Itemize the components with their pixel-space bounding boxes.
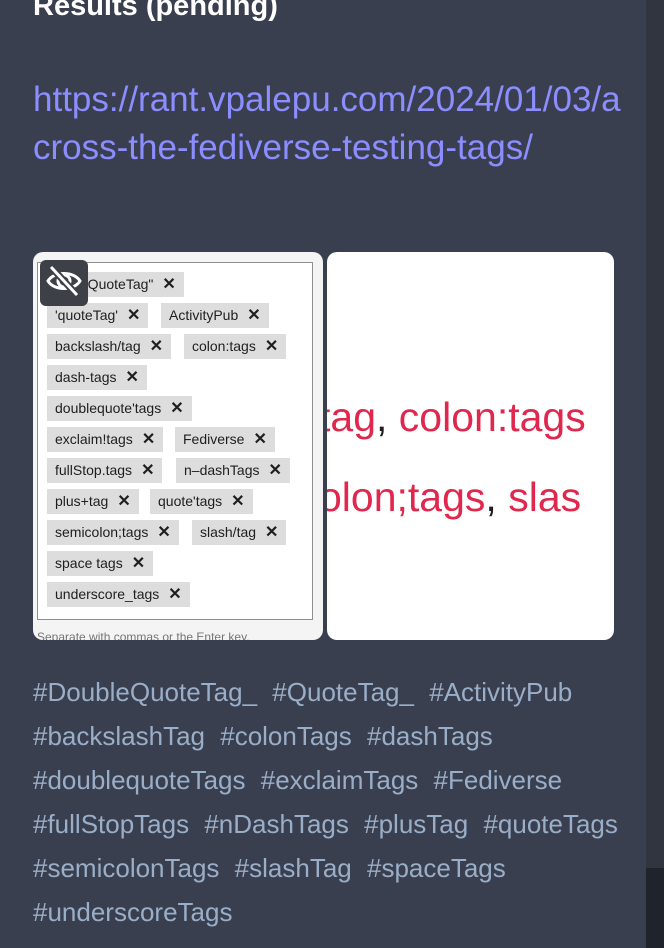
cropped-text-separator: , — [485, 474, 497, 520]
remove-icon: ✕ — [141, 431, 156, 448]
hashtag-link[interactable]: #Fediverse — [434, 765, 563, 795]
remove-icon: ✕ — [264, 338, 279, 355]
tag-chip-label: doublequote'tags — [55, 400, 162, 416]
hashtag-link[interactable]: #backslashTag — [33, 721, 205, 751]
tag-chip-label: backslash/tag — [55, 338, 141, 354]
tag-chip-label: space tags — [55, 555, 123, 571]
media-attachment-tags-screenshot[interactable]: …bleQuoteTag" ✕ 'quoteTag' ✕ ActivityPub ✕ … — [33, 252, 323, 640]
tag-chip-label: slash/tag — [200, 524, 257, 540]
remove-icon: ✕ — [162, 276, 176, 293]
cropped-text-fragment: slas — [496, 474, 582, 520]
remove-icon: ✕ — [125, 369, 139, 386]
remove-icon: ✕ — [131, 555, 146, 572]
hashtag-link[interactable]: #dashTags — [367, 721, 493, 751]
tag-chip: n–dashTags ✕ — [176, 458, 290, 483]
remove-icon: ✕ — [157, 524, 171, 541]
tag-chip-label: 'quoteTag' — [55, 307, 118, 323]
hashtag-link[interactable]: #exclaimTags — [261, 765, 419, 795]
remove-icon: ✕ — [247, 307, 261, 324]
status-card: Results (pending) https://rant.vpalepu.c… — [0, 0, 646, 948]
hashtag-bar: #DoubleQuoteTag_ #QuoteTag_ #ActivityPub… — [33, 670, 633, 934]
cropped-text-line-2: olon;tags, slas — [327, 474, 581, 521]
tag-chip: dash-tags ✕ — [47, 365, 147, 390]
tag-chip-label: quote'tags — [158, 493, 223, 509]
tag-chip: semicolon;tags ✕ — [47, 520, 179, 545]
hashtag-link[interactable]: #underscoreTags — [33, 897, 232, 927]
cropped-text-line-1: tag, colon:tags — [327, 394, 586, 441]
tag-chip: backslash/tag ✕ — [47, 334, 172, 359]
hashtag-link[interactable]: #quoteTags — [483, 809, 617, 839]
tag-chip-label: underscore_tags — [55, 586, 160, 602]
cropped-text-separator: , — [376, 394, 388, 440]
tag-chip: ActivityPub ✕ — [161, 303, 269, 328]
hashtag-link[interactable]: #DoubleQuoteTag_ — [33, 677, 257, 707]
tag-input-box: …bleQuoteTag" ✕ 'quoteTag' ✕ ActivityPub ✕ … — [37, 262, 313, 620]
remove-icon: ✕ — [253, 431, 267, 448]
tag-chip-label: plus+tag — [55, 493, 109, 509]
tag-chip: exclaim!tags ✕ — [47, 427, 164, 452]
cropped-text-fragment: olon;tags — [327, 474, 486, 520]
post-heading: Results (pending) — [33, 0, 278, 22]
remove-icon: ✕ — [231, 493, 245, 510]
tag-chip-label: dash-tags — [55, 369, 117, 385]
tag-chip-label: semicolon;tags — [55, 524, 149, 540]
tag-chip: 'quoteTag' ✕ — [47, 303, 149, 328]
tag-chip: underscore_tags ✕ — [47, 582, 190, 607]
remove-icon: ✕ — [268, 462, 282, 479]
article-link[interactable]: https://rant.vpalepu.com/2024/01/03/acro… — [33, 76, 623, 172]
tag-chip-label: exclaim!tags — [55, 431, 133, 447]
tag-chip-label: fullStop.tags — [55, 462, 133, 478]
tag-chip: doublequote'tags ✕ — [47, 396, 192, 421]
tag-chip: space tags ✕ — [47, 551, 154, 576]
hashtag-link[interactable]: #plusTag — [364, 809, 468, 839]
hashtag-link[interactable]: #doublequoteTags — [33, 765, 246, 795]
hide-media-button[interactable] — [40, 260, 88, 306]
media-gallery: …bleQuoteTag" ✕ 'quoteTag' ✕ ActivityPub ✕ … — [33, 252, 614, 640]
hashtag-link[interactable]: #spaceTags — [367, 853, 506, 883]
tag-chip-label: n–dashTags — [184, 462, 260, 478]
hashtag-link[interactable]: #colonTags — [220, 721, 352, 751]
scroll-rail — [646, 0, 664, 868]
tag-chip: fullStop.tags ✕ — [47, 458, 163, 483]
tag-input-help-text: Separate with commas or the Enter key. — [37, 630, 250, 640]
tag-chip-label: colon:tags — [192, 338, 256, 354]
hashtag-link[interactable]: #slashTag — [235, 853, 352, 883]
hashtag-link[interactable]: #fullStopTags — [33, 809, 189, 839]
remove-icon: ✕ — [265, 524, 279, 541]
remove-icon: ✕ — [168, 586, 182, 603]
eye-slash-icon — [44, 261, 84, 306]
tag-chip: slash/tag ✕ — [192, 520, 287, 545]
media-attachment-cropped-text[interactable]: tag, colon:tags olon;tags, slas — [327, 252, 614, 640]
remove-icon: ✕ — [149, 338, 164, 355]
hashtag-link[interactable]: #QuoteTag_ — [272, 677, 414, 707]
remove-icon: ✕ — [141, 462, 155, 479]
cropped-text-fragment: colon:tags — [387, 394, 586, 440]
tag-chip: colon:tags ✕ — [184, 334, 287, 359]
remove-icon: ✕ — [170, 400, 184, 417]
scroll-rail-bottom — [646, 868, 664, 948]
hashtag-link[interactable]: #ActivityPub — [429, 677, 572, 707]
tag-chip: quote'tags ✕ — [150, 489, 253, 514]
tag-chip: plus+tag ✕ — [47, 489, 139, 514]
hashtag-link[interactable]: #semicolonTags — [33, 853, 219, 883]
hashtag-link[interactable]: #nDashTags — [204, 809, 349, 839]
remove-icon: ✕ — [117, 493, 131, 510]
cropped-text-fragment: tag — [327, 394, 376, 440]
tag-chip-label: ActivityPub — [169, 307, 239, 323]
tag-chip: Fediverse ✕ — [175, 427, 275, 452]
remove-icon: ✕ — [126, 307, 141, 324]
tag-chip-label: Fediverse — [183, 431, 245, 447]
